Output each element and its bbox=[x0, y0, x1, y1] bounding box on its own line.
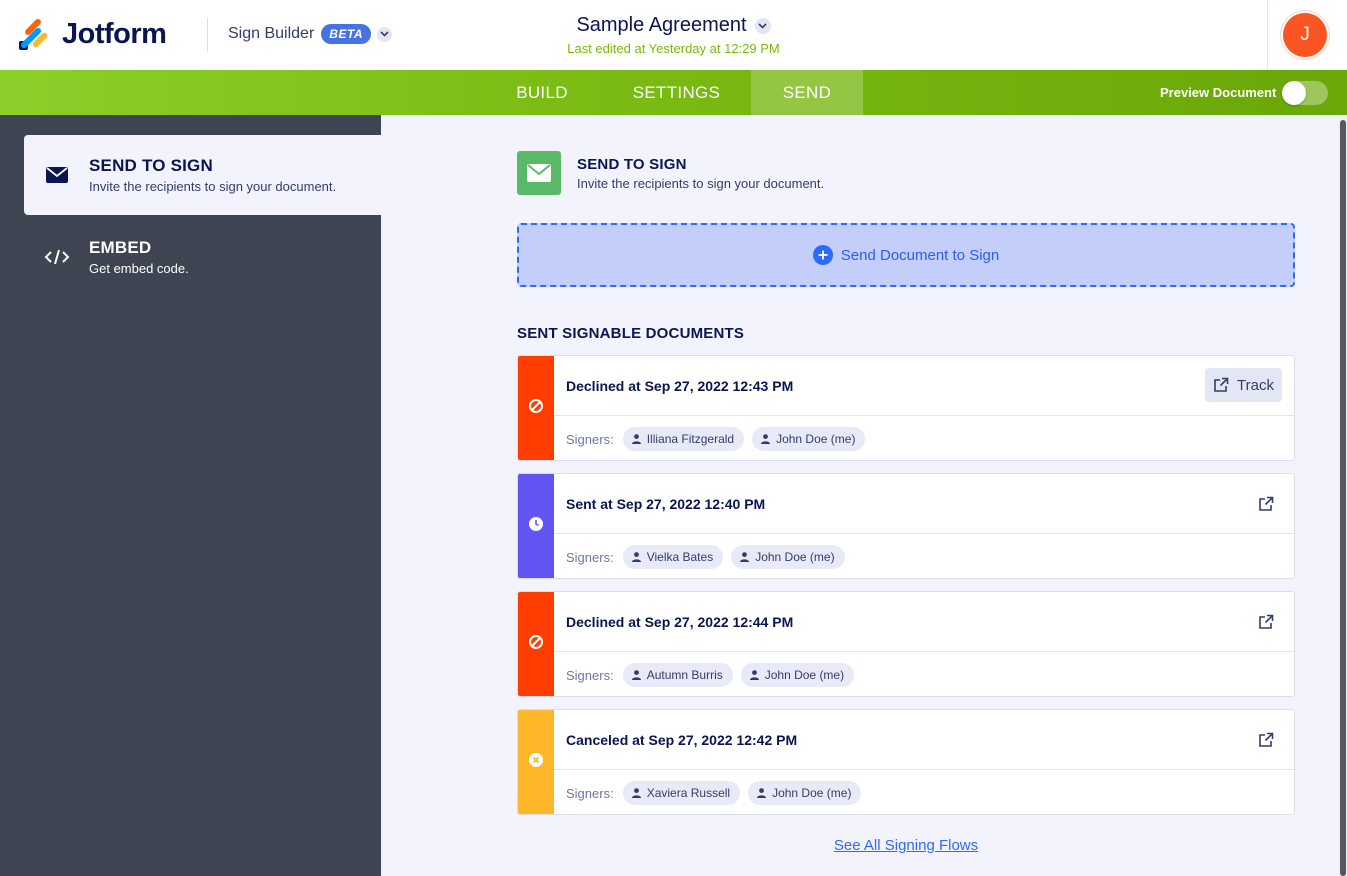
see-all-label[interactable]: See All Signing Flows bbox=[834, 837, 978, 854]
chevron-down-icon[interactable] bbox=[754, 17, 771, 34]
user-icon bbox=[631, 552, 641, 562]
signer-chip: John Doe (me) bbox=[740, 663, 855, 687]
signers-label: Signers: bbox=[566, 431, 614, 447]
status-stripe bbox=[518, 356, 554, 460]
signers-row: Signers: Autumn Burris John Doe (me) bbox=[566, 663, 862, 687]
signer-chip: Vielka Bates bbox=[622, 545, 724, 569]
document-status: Declined at Sep 27, 2022 12:43 PM bbox=[566, 378, 794, 394]
signer-chip: John Doe (me) bbox=[731, 545, 845, 569]
signer-name: John Doe (me) bbox=[764, 668, 845, 682]
sidebar-item-subtitle: Invite the recipients to sign your docum… bbox=[89, 179, 337, 194]
user-icon bbox=[631, 434, 641, 444]
signer-chip: Autumn Burris bbox=[622, 663, 733, 687]
signer-name: John Doe (me) bbox=[772, 786, 852, 800]
signer-chip: Xaviera Russell bbox=[622, 781, 741, 805]
user-icon bbox=[740, 552, 750, 562]
signers-row: Signers: Vielka Bates John Doe (me) bbox=[566, 545, 853, 569]
document-title-area: Sample Agreement bbox=[0, 14, 1347, 37]
toggle-knob bbox=[1282, 80, 1307, 105]
send-document-label: Send Document to Sign bbox=[840, 246, 1000, 264]
card-divider bbox=[554, 415, 1294, 416]
signer-name: Xaviera Russell bbox=[646, 786, 731, 800]
document-title-text: Sample Agreement bbox=[576, 14, 747, 36]
envelope-icon bbox=[517, 151, 561, 195]
canceled-icon bbox=[528, 752, 544, 773]
signer-name: John Doe (me) bbox=[755, 550, 835, 564]
toggle-switch[interactable] bbox=[1282, 80, 1329, 105]
user-icon bbox=[757, 788, 767, 798]
signers-label: Signers: bbox=[566, 667, 614, 683]
document-card: Declined at Sep 27, 2022 12:43 PM Track … bbox=[517, 355, 1295, 461]
signer-chip: John Doe (me) bbox=[748, 781, 862, 805]
status-stripe bbox=[518, 592, 554, 696]
sidebar-item-title: EMBED bbox=[89, 238, 152, 257]
card-divider bbox=[554, 651, 1294, 652]
send-options-sidebar: SEND TO SIGN Invite the recipients to si… bbox=[0, 115, 381, 876]
send-to-sign-header: SEND TO SIGN Invite the recipients to si… bbox=[517, 151, 824, 195]
envelope-icon bbox=[44, 164, 70, 186]
sidebar-item-subtitle: Get embed code. bbox=[89, 261, 189, 276]
signer-name: Illiana Fitzgerald bbox=[646, 432, 735, 446]
user-icon bbox=[749, 670, 759, 680]
signer-chip: John Doe (me) bbox=[752, 427, 866, 451]
top-header: Jotform Sign Builder BETA Sample Agreeme… bbox=[0, 0, 1347, 70]
preview-document-label: Preview Document bbox=[1160, 85, 1277, 100]
sent-documents-heading: SENT SIGNABLE DOCUMENTS bbox=[517, 325, 745, 342]
track-label: Track bbox=[1237, 376, 1274, 394]
card-divider bbox=[554, 533, 1294, 534]
signers-row: Signers: Illiana Fitzgerald John Doe (me… bbox=[566, 427, 873, 451]
card-divider bbox=[554, 769, 1294, 770]
clock-icon bbox=[528, 516, 544, 537]
last-edited-text: Last edited at Yesterday at 12:29 PM bbox=[567, 41, 780, 56]
document-status: Canceled at Sep 27, 2022 12:42 PM bbox=[566, 732, 798, 748]
track-button[interactable]: Track bbox=[1205, 368, 1282, 402]
tab-settings[interactable]: SETTINGS bbox=[602, 70, 751, 115]
external-link-icon bbox=[1214, 377, 1229, 392]
sidebar-item-title: SEND TO SIGN bbox=[89, 156, 213, 175]
external-link-icon[interactable] bbox=[1258, 732, 1274, 748]
user-icon bbox=[631, 670, 641, 680]
section-subtitle: Invite the recipients to sign your docum… bbox=[577, 175, 825, 191]
document-card: Canceled at Sep 27, 2022 12:42 PM Signer… bbox=[517, 709, 1295, 815]
header-right-divider bbox=[1267, 0, 1268, 70]
see-all-signing-flows-link[interactable]: See All Signing Flows bbox=[0, 837, 1347, 854]
scrollbar-thumb[interactable] bbox=[1340, 120, 1346, 876]
status-stripe bbox=[518, 710, 554, 814]
tab-send[interactable]: SEND bbox=[751, 70, 863, 115]
declined-icon bbox=[528, 634, 544, 655]
document-card: Declined at Sep 27, 2022 12:44 PM Signer… bbox=[517, 591, 1295, 697]
user-icon bbox=[631, 788, 641, 798]
preview-document-toggle[interactable]: Preview Document bbox=[1160, 70, 1329, 115]
signer-name: Vielka Bates bbox=[646, 550, 714, 564]
declined-icon bbox=[528, 398, 544, 419]
signer-name: John Doe (me) bbox=[776, 432, 856, 446]
builder-nav-bar: BUILD SETTINGS SEND Preview Document bbox=[0, 70, 1347, 115]
plus-icon bbox=[812, 245, 833, 265]
send-document-button[interactable]: Send Document to Sign bbox=[517, 223, 1295, 287]
sidebar-item-embed[interactable]: EMBED Get embed code. bbox=[24, 217, 381, 297]
signers-label: Signers: bbox=[566, 549, 614, 565]
document-card: Sent at Sep 27, 2022 12:40 PM Signers: V… bbox=[517, 473, 1295, 579]
document-status: Declined at Sep 27, 2022 12:44 PM bbox=[566, 614, 794, 630]
external-link-icon[interactable] bbox=[1258, 614, 1274, 630]
external-link-icon[interactable] bbox=[1258, 496, 1274, 512]
status-stripe bbox=[518, 474, 554, 578]
signer-name: Autumn Burris bbox=[646, 668, 723, 682]
user-avatar[interactable]: J bbox=[1283, 13, 1327, 57]
signers-label: Signers: bbox=[566, 785, 614, 801]
document-title[interactable]: Sample Agreement bbox=[576, 14, 771, 37]
signers-row: Signers: Xaviera Russell John Doe (me) bbox=[566, 781, 869, 805]
code-icon bbox=[44, 246, 70, 268]
section-title: SEND TO SIGN bbox=[577, 155, 687, 173]
signer-chip: Illiana Fitzgerald bbox=[622, 427, 745, 451]
tab-build[interactable]: BUILD bbox=[482, 70, 602, 115]
user-icon bbox=[761, 434, 771, 444]
sidebar-item-send-to-sign[interactable]: SEND TO SIGN Invite the recipients to si… bbox=[24, 135, 381, 215]
document-status: Sent at Sep 27, 2022 12:40 PM bbox=[566, 496, 766, 512]
